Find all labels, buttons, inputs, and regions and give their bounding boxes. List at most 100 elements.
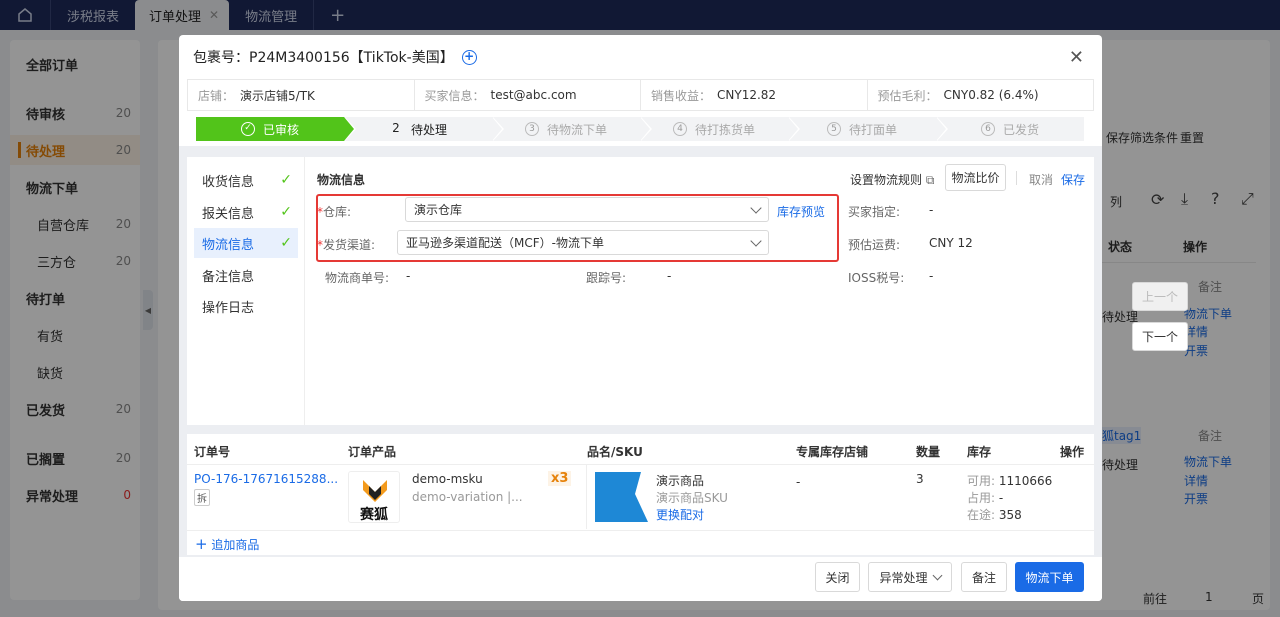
- step-logistics: 3 待物流下单: [492, 117, 652, 141]
- logistics-no-label: 物流商单号:: [325, 271, 390, 285]
- cell-divider: [586, 465, 587, 529]
- est-freight-value: CNY 12: [929, 236, 973, 250]
- shipping-channel-select[interactable]: 亚马逊多渠道配送（MCF）-物流下单: [397, 230, 769, 255]
- msku: demo-msku: [412, 472, 483, 486]
- info-value: CNY12.82: [717, 88, 777, 102]
- warehouse-select[interactable]: 演示仓库: [405, 197, 769, 222]
- set-logistics-rule-link[interactable]: 设置物流规则 ⧉: [850, 171, 934, 188]
- compare-logistics-button[interactable]: 物流比价: [945, 164, 1006, 191]
- stock-occupied: 占用: -: [967, 489, 1003, 506]
- col-name-sku: 品名/SKU: [587, 445, 643, 459]
- buyer-designated-value: -: [929, 203, 934, 217]
- nav-receiving-info[interactable]: 收货信息 ✓: [194, 165, 298, 195]
- step-label: 待处理: [410, 122, 447, 137]
- selected-value: 演示仓库: [414, 203, 463, 217]
- chevron-down-icon: [750, 235, 762, 247]
- order-number-link[interactable]: PO-176-17671615288...: [194, 472, 338, 486]
- est-freight-label: 预估运费:: [848, 238, 901, 252]
- nav-operation-log[interactable]: 操作日志: [194, 291, 298, 321]
- progress-steps: ✓ 已审核 2 待处理 3 待物流下单 4 待打拣货单 5 待打面单 6 已发货: [196, 117, 1084, 141]
- exception-dropdown-button[interactable]: 异常处理: [868, 562, 952, 592]
- split-tag: 拆: [194, 489, 210, 506]
- check-icon: ✓: [240, 122, 255, 136]
- modal-footer: 关闭 异常处理 备注 物流下单: [179, 557, 1102, 601]
- chevron-down-icon: [750, 202, 762, 214]
- step-shipped: 6 已发货: [936, 117, 1084, 141]
- tracking-value: -: [667, 269, 672, 283]
- remark-button[interactable]: 备注: [961, 562, 1007, 592]
- nav-remark-info[interactable]: 备注信息: [194, 260, 298, 290]
- info-value: 演示店铺5/TK: [240, 88, 315, 103]
- info-label: 预估毛利：: [877, 88, 938, 103]
- close-button[interactable]: 关闭: [815, 562, 860, 592]
- submit-logistics-order-button[interactable]: 物流下单: [1015, 562, 1084, 592]
- info-value: test@abc.com: [490, 88, 577, 102]
- col-qty: 数量: [916, 445, 941, 459]
- product-sku: 演示商品SKU: [656, 491, 728, 505]
- split-tag-label: 拆: [194, 489, 210, 506]
- modal-header: 包裹号： P24M3400156【TikTok-美国】 +: [179, 35, 1102, 79]
- chevron-down-icon: [932, 570, 942, 580]
- nav-logistics-info[interactable]: 物流信息 ✓: [194, 228, 298, 258]
- step-number: 5: [826, 122, 841, 136]
- check-icon: ✓: [280, 235, 292, 251]
- nav-label: 操作日志: [202, 300, 255, 316]
- stock-value: 1110666: [998, 474, 1053, 488]
- step-picking: 4 待打拣货单: [640, 117, 800, 141]
- nav-customs-info[interactable]: 报关信息 ✓: [194, 197, 298, 227]
- ioss-value: -: [929, 269, 934, 283]
- label-text: 发货渠道:: [323, 238, 376, 252]
- package-number: P24M3400156【TikTok-美国】: [249, 50, 454, 66]
- check-icon: ✓: [280, 204, 292, 220]
- add-circle-icon[interactable]: +: [461, 49, 477, 65]
- step-number: 6: [980, 122, 995, 136]
- nav-label: 报关信息: [202, 206, 255, 222]
- external-link-icon: ⧉: [925, 173, 935, 187]
- step-number: 2: [392, 121, 400, 135]
- rematch-link[interactable]: 更换配对: [656, 506, 704, 523]
- row-divider: [187, 530, 1094, 531]
- logo-text: 赛狐: [360, 507, 388, 523]
- stock-label: 占用:: [967, 491, 996, 505]
- product-thumbnail-icon: [595, 472, 648, 522]
- exception-label: 异常处理: [879, 570, 928, 585]
- product-logo-image: 赛狐: [348, 471, 400, 523]
- col-stock: 库存: [967, 445, 992, 459]
- order-products-table: 订单号 订单产品 品名/SKU 专属库存店铺 数量 库存 操作 PO-176-1…: [187, 434, 1094, 555]
- info-revenue: 销售收益： CNY12.82: [640, 79, 867, 111]
- step-label: 待打面单: [848, 122, 897, 137]
- header-divider: [187, 464, 1094, 465]
- channel-label: *发货渠道:: [317, 238, 376, 252]
- info-buyer: 买家信息： test@abc.com: [413, 79, 640, 111]
- prev-order-button[interactable]: 上一个: [1132, 282, 1188, 311]
- stock-value: 358: [998, 508, 1022, 522]
- step-number: 4: [672, 122, 687, 136]
- product-image: [595, 472, 648, 522]
- step-reviewed: ✓ 已审核: [196, 117, 356, 141]
- stock-value: -: [998, 491, 1004, 505]
- stock-available: 可用: 1110666: [967, 472, 1052, 489]
- info-label: 销售收益：: [651, 88, 712, 103]
- product-name: 演示商品: [656, 474, 705, 488]
- title-prefix: 包裹号：: [193, 50, 249, 66]
- next-order-button[interactable]: 下一个: [1132, 322, 1188, 351]
- logistics-form-panel: 收货信息 ✓ 报关信息 ✓ 物流信息 ✓ 备注信息 操作日志 物流信息 设置物流规则 …: [187, 157, 1094, 425]
- section-nav: 收货信息 ✓ 报关信息 ✓ 物流信息 ✓ 备注信息 操作日志: [187, 157, 305, 425]
- check-icon: ✓: [280, 172, 292, 188]
- add-product-link[interactable]: + 追加商品: [195, 535, 259, 553]
- fox-logo-icon: [363, 480, 387, 502]
- info-shop: 店铺： 演示店铺5/TK: [187, 79, 414, 111]
- col-order-no: 订单号: [194, 445, 231, 459]
- step-number: 3: [524, 122, 539, 136]
- step-pending: 2 待处理: [344, 117, 504, 141]
- variation: demo-variation |...: [412, 490, 523, 504]
- stock-preview-link[interactable]: 库存预览: [777, 203, 825, 220]
- close-icon[interactable]: ✕: [1069, 47, 1084, 68]
- quantity-value: 3: [916, 472, 924, 486]
- info-value: CNY0.82 (6.4%): [943, 88, 1039, 102]
- stock-in-transit: 在途: 358: [967, 506, 1022, 523]
- cancel-link[interactable]: 取消: [1029, 171, 1053, 188]
- info-label: 买家信息：: [424, 88, 485, 103]
- save-link[interactable]: 保存: [1061, 171, 1085, 188]
- section-title: 物流信息: [317, 173, 366, 187]
